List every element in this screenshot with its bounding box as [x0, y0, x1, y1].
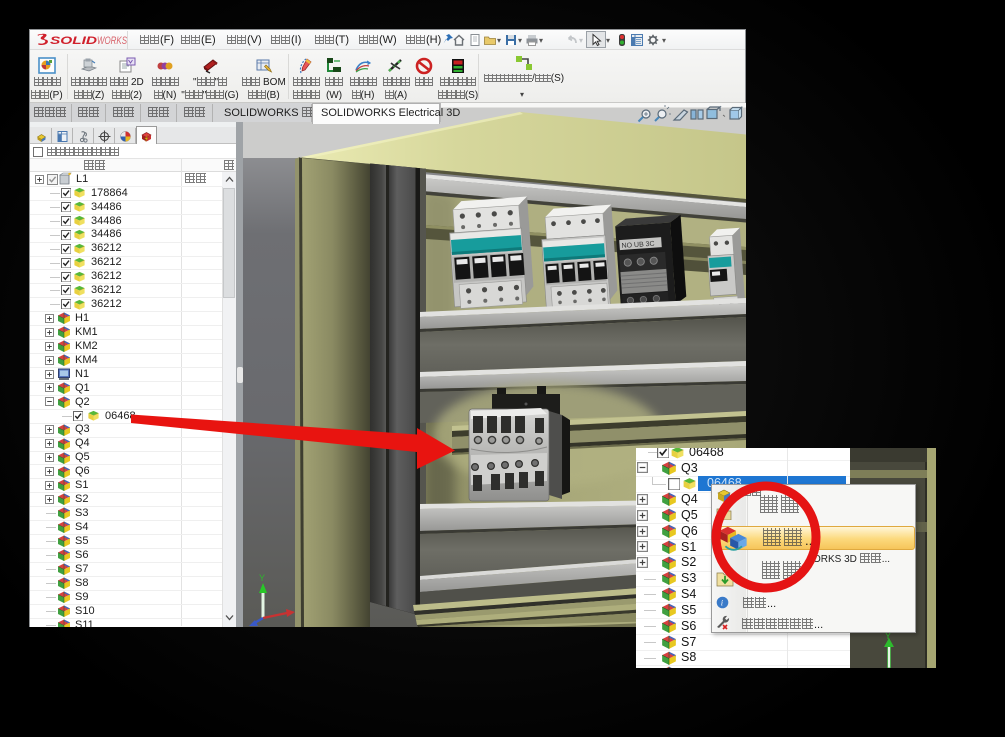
svg-text:WORKS: WORKS [97, 35, 127, 47]
svg-text:SOLID: SOLID [50, 35, 97, 47]
svg-text:Y: Y [259, 573, 265, 583]
